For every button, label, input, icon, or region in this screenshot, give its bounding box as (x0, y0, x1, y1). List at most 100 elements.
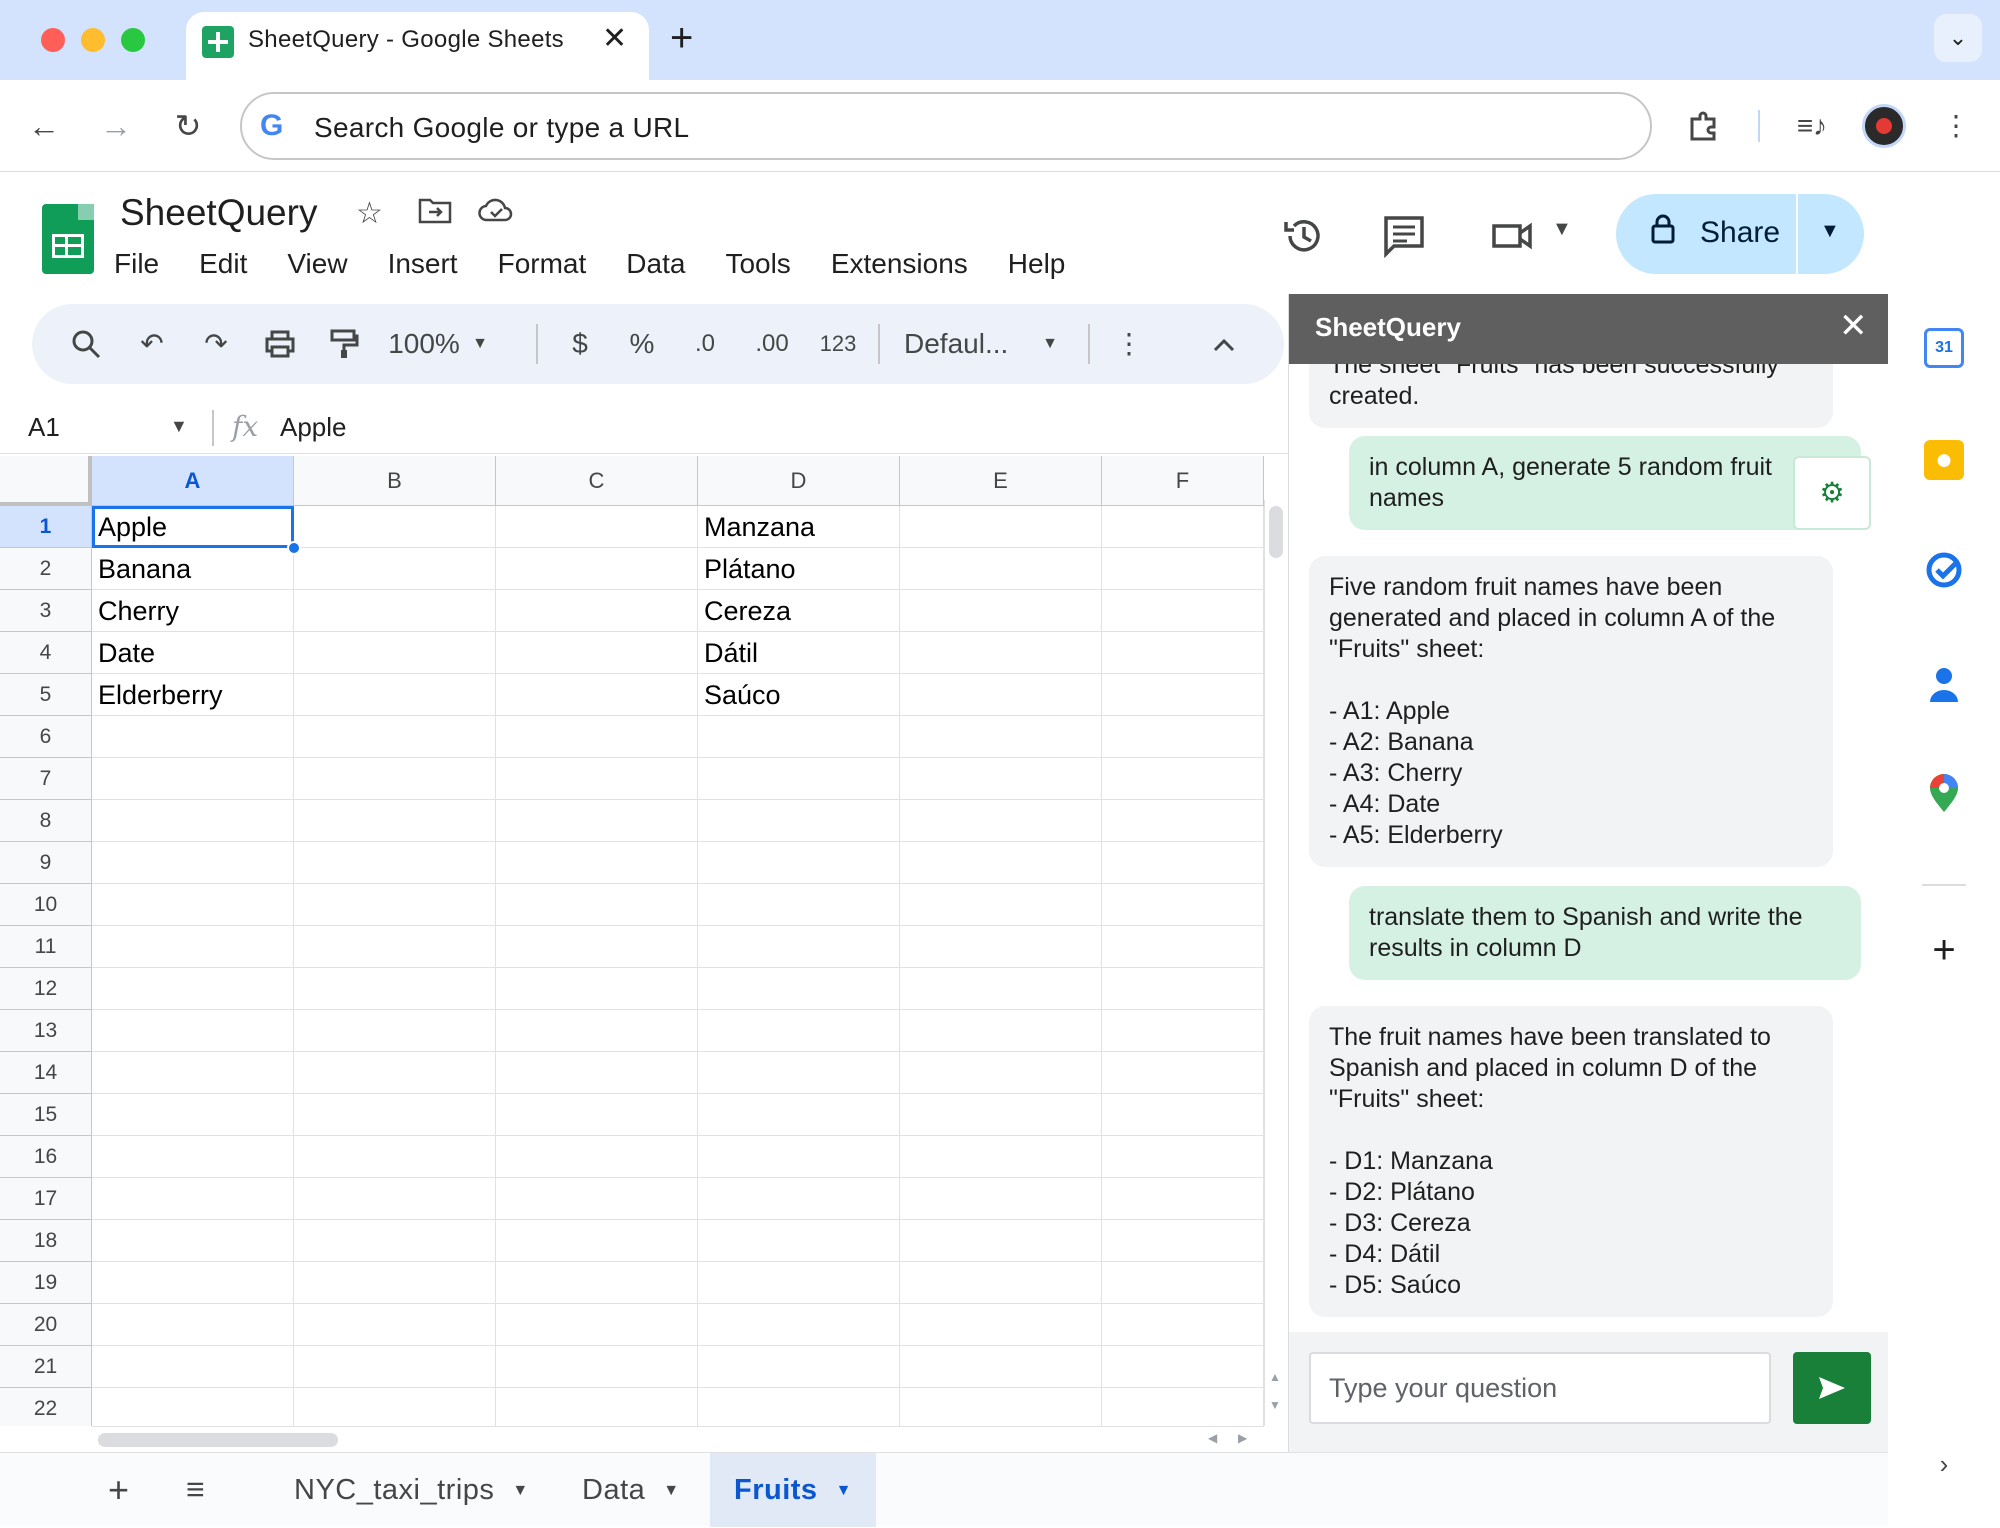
cell-f8[interactable] (1102, 800, 1264, 842)
cell-c10[interactable] (496, 884, 698, 926)
document-title[interactable]: SheetQuery (120, 192, 317, 234)
cell-e2[interactable] (900, 548, 1102, 590)
column-header-c[interactable]: C (496, 456, 698, 506)
cell-a10[interactable] (92, 884, 294, 926)
cell-e15[interactable] (900, 1094, 1102, 1136)
cell-b13[interactable] (294, 1010, 496, 1052)
column-header-f[interactable]: F (1102, 456, 1264, 506)
row-header-12[interactable]: 12 (0, 968, 92, 1010)
cell-e12[interactable] (900, 968, 1102, 1010)
cell-d19[interactable] (698, 1262, 900, 1304)
cell-a21[interactable] (92, 1346, 294, 1388)
cell-f16[interactable] (1102, 1136, 1264, 1178)
row-header-7[interactable]: 7 (0, 758, 92, 800)
cell-e8[interactable] (900, 800, 1102, 842)
cell-f20[interactable] (1102, 1304, 1264, 1346)
cell-e13[interactable] (900, 1010, 1102, 1052)
cell-e20[interactable] (900, 1304, 1102, 1346)
currency-format-button[interactable]: $ (562, 324, 598, 364)
cell-b22[interactable] (294, 1388, 496, 1426)
decrease-decimal-button[interactable]: .0 (680, 324, 730, 364)
cell-c6[interactable] (496, 716, 698, 758)
sheet-tab-data[interactable]: Data ▼ (558, 1453, 704, 1527)
cell-a17[interactable] (92, 1178, 294, 1220)
row-header-20[interactable]: 20 (0, 1304, 92, 1346)
cell-b3[interactable] (294, 590, 496, 632)
cell-a9[interactable] (92, 842, 294, 884)
percent-format-button[interactable]: % (624, 324, 660, 364)
cell-b5[interactable] (294, 674, 496, 716)
cell-d2[interactable]: Plátano (698, 548, 900, 590)
cell-a3[interactable]: Cherry (92, 590, 294, 632)
cell-e17[interactable] (900, 1178, 1102, 1220)
cell-f10[interactable] (1102, 884, 1264, 926)
horizontal-scrollbar[interactable]: ◀ ▶ (92, 1426, 1264, 1452)
cell-e7[interactable] (900, 758, 1102, 800)
star-icon[interactable]: ☆ (356, 196, 383, 231)
cell-f19[interactable] (1102, 1262, 1264, 1304)
cell-a6[interactable] (92, 716, 294, 758)
cell-b4[interactable] (294, 632, 496, 674)
cell-c9[interactable] (496, 842, 698, 884)
cell-a18[interactable] (92, 1220, 294, 1262)
menu-format[interactable]: Format (494, 248, 591, 284)
cell-a12[interactable] (92, 968, 294, 1010)
cell-d10[interactable] (698, 884, 900, 926)
cell-d13[interactable] (698, 1010, 900, 1052)
media-controls-icon[interactable]: ≡♪ (1788, 102, 1836, 150)
cell-d22[interactable] (698, 1388, 900, 1426)
row-header-9[interactable]: 9 (0, 842, 92, 884)
cell-f2[interactable] (1102, 548, 1264, 590)
cell-e19[interactable] (900, 1262, 1102, 1304)
cell-c21[interactable] (496, 1346, 698, 1388)
browser-tab[interactable]: SheetQuery - Google Sheets ✕ (186, 12, 649, 80)
column-header-b[interactable]: B (294, 456, 496, 506)
cell-d12[interactable] (698, 968, 900, 1010)
font-chevron-down-icon[interactable]: ▼ (1038, 324, 1062, 364)
maps-pin-icon[interactable] (1924, 774, 1964, 814)
scroll-right-icon[interactable]: ▶ (1238, 1431, 1247, 1445)
cell-b12[interactable] (294, 968, 496, 1010)
cell-f21[interactable] (1102, 1346, 1264, 1388)
name-box[interactable]: A1 (28, 412, 60, 443)
cell-e18[interactable] (900, 1220, 1102, 1262)
extensions-puzzle-icon[interactable] (1680, 102, 1728, 150)
cell-c5[interactable] (496, 674, 698, 716)
cell-c16[interactable] (496, 1136, 698, 1178)
get-addons-plus-icon[interactable]: + (1924, 930, 1964, 970)
menu-insert[interactable]: Insert (384, 248, 462, 284)
cell-d18[interactable] (698, 1220, 900, 1262)
address-input[interactable]: Search Google or type a URL (314, 112, 689, 144)
row-header-4[interactable]: 4 (0, 632, 92, 674)
cell-a22[interactable] (92, 1388, 294, 1426)
row-header-16[interactable]: 16 (0, 1136, 92, 1178)
question-input[interactable] (1309, 1352, 1771, 1424)
cell-b7[interactable] (294, 758, 496, 800)
cell-d3[interactable]: Cereza (698, 590, 900, 632)
cell-d11[interactable] (698, 926, 900, 968)
cell-d1[interactable]: Manzana (698, 506, 900, 548)
cell-b11[interactable] (294, 926, 496, 968)
cell-c22[interactable] (496, 1388, 698, 1426)
cell-c3[interactable] (496, 590, 698, 632)
cell-f17[interactable] (1102, 1178, 1264, 1220)
menu-extensions[interactable]: Extensions (827, 248, 972, 284)
window-maximize-button[interactable] (121, 28, 145, 52)
cell-c17[interactable] (496, 1178, 698, 1220)
print-icon[interactable] (260, 324, 300, 364)
row-header-22[interactable]: 22 (0, 1388, 92, 1426)
redo-icon[interactable]: ↷ (196, 324, 236, 364)
cell-b16[interactable] (294, 1136, 496, 1178)
cell-f5[interactable] (1102, 674, 1264, 716)
search-icon[interactable] (66, 324, 106, 364)
keep-bulb-icon[interactable]: ● (1924, 440, 1964, 480)
cell-b15[interactable] (294, 1094, 496, 1136)
sheets-logo-icon[interactable] (42, 204, 94, 274)
sheet-tab-chevron-down-icon[interactable]: ▼ (663, 1482, 679, 1499)
cell-e21[interactable] (900, 1346, 1102, 1388)
cell-c14[interactable] (496, 1052, 698, 1094)
cell-f3[interactable] (1102, 590, 1264, 632)
row-header-3[interactable]: 3 (0, 590, 92, 632)
cell-a14[interactable] (92, 1052, 294, 1094)
row-header-18[interactable]: 18 (0, 1220, 92, 1262)
